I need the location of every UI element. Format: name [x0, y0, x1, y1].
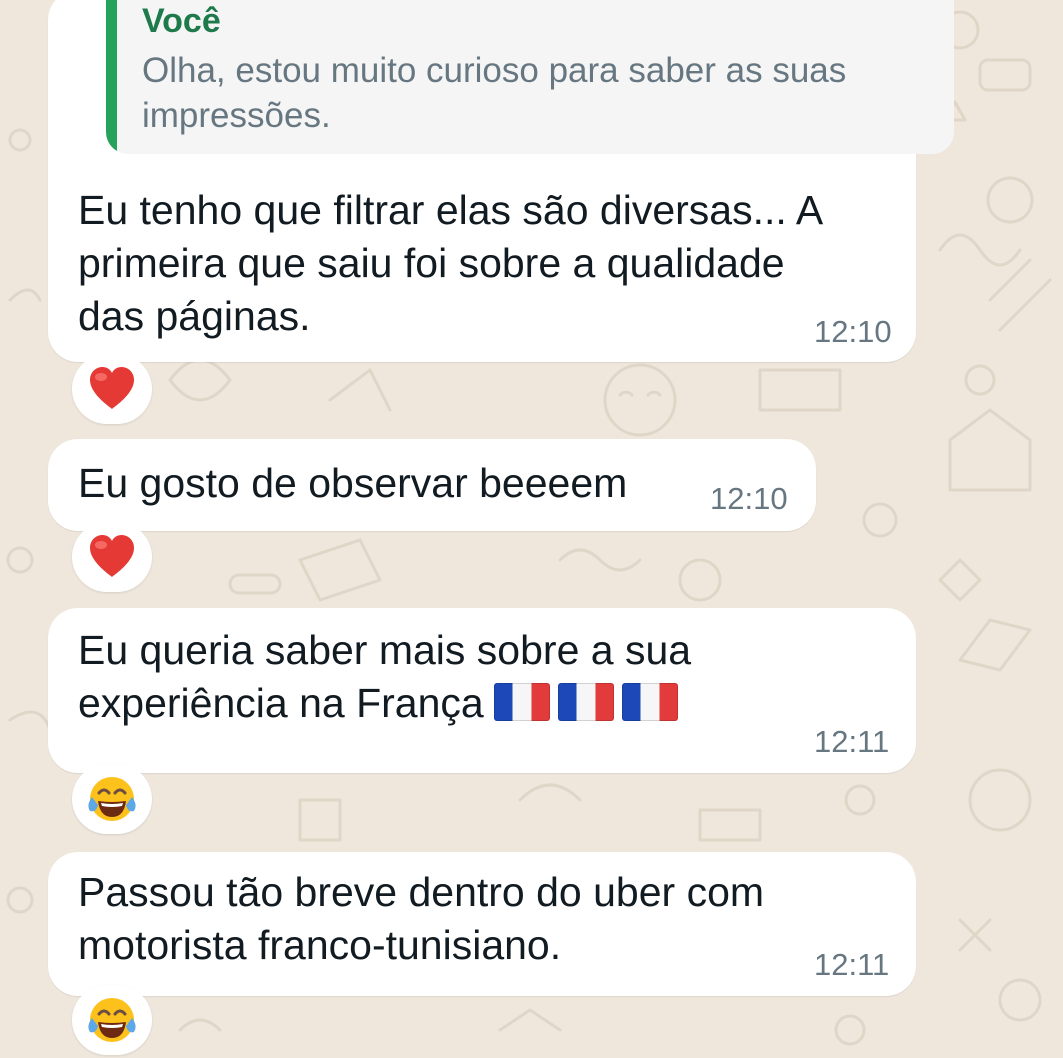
message-bubble[interactable]: Passou tão breve dentro do uber com moto…: [48, 852, 916, 996]
message-text: Eu queria saber mais sobre a sua experiê…: [78, 624, 691, 730]
france-flag-icon: [621, 683, 678, 721]
tears-of-joy-face-icon: [88, 777, 136, 821]
message-text: Eu tenho que filtrar elas são diversas..…: [78, 187, 824, 339]
message-bubble[interactable]: Eu gosto de observar beeeem 12:10: [48, 439, 816, 531]
message-time: 12:10: [710, 481, 788, 516]
message-bubble[interactable]: Você Olha, estou muito curioso para sabe…: [48, 0, 954, 362]
message-time: 12:10: [814, 314, 892, 349]
reaction-badge[interactable]: [72, 522, 152, 592]
red-heart-icon: [90, 367, 134, 409]
quoted-author: Você: [142, 2, 221, 40]
reaction-badge[interactable]: [72, 985, 152, 1055]
reaction-badge[interactable]: [72, 764, 152, 834]
message-bubble[interactable]: Eu queria saber mais sobre a sua experiê…: [48, 608, 916, 773]
red-heart-icon: [90, 535, 134, 577]
quote-accent-bar: [106, 0, 117, 154]
message-time: 12:11: [814, 947, 890, 982]
tears-of-joy-face-icon: [88, 998, 136, 1042]
france-flag-icon: [557, 683, 614, 721]
quoted-message[interactable]: Você Olha, estou muito curioso para sabe…: [106, 0, 954, 154]
message-time: 12:11: [814, 724, 890, 759]
quoted-text: Olha, estou muito curioso para saber as …: [142, 51, 847, 135]
message-text: Passou tão breve dentro do uber com moto…: [78, 869, 765, 968]
message-text: Eu gosto de observar beeeem: [78, 460, 628, 506]
reaction-badge[interactable]: [72, 354, 152, 424]
france-flag-icon: [493, 683, 550, 721]
